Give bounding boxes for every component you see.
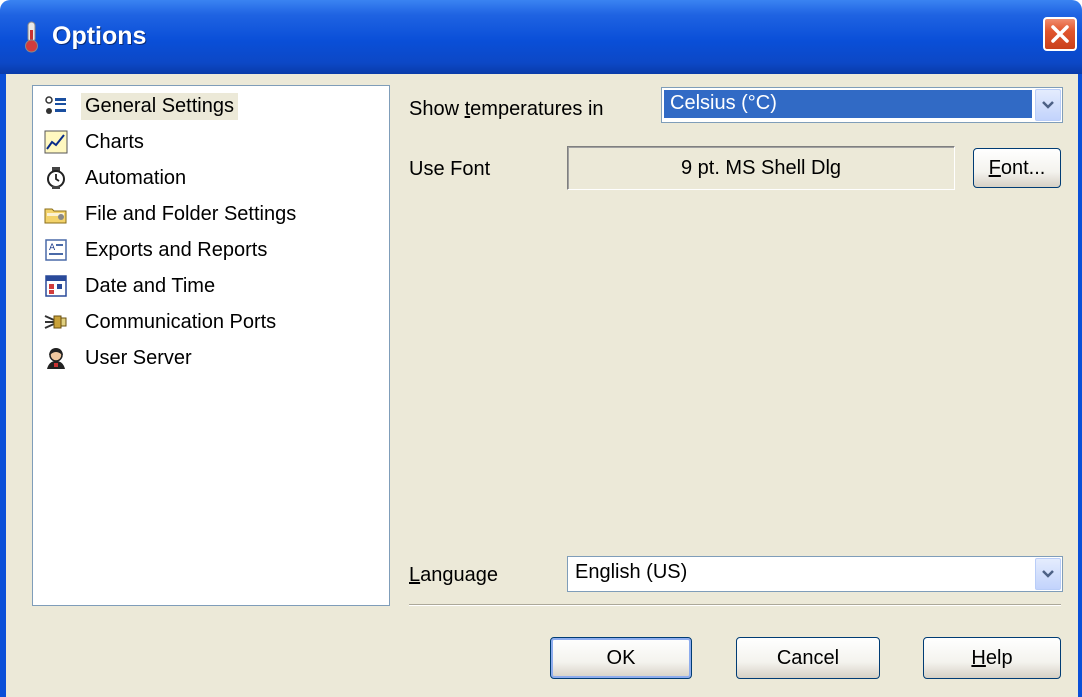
category-item-exports-reports[interactable]: A Exports and Reports bbox=[43, 234, 271, 266]
category-label: Automation bbox=[85, 166, 187, 189]
exports-reports-icon: A bbox=[43, 237, 69, 263]
cancel-button[interactable]: Cancel bbox=[736, 637, 880, 679]
category-item-automation[interactable]: Automation bbox=[43, 162, 190, 194]
dropdown-arrow-button[interactable] bbox=[1035, 558, 1061, 590]
category-item-user-server[interactable]: User Server bbox=[43, 342, 196, 374]
chevron-down-icon bbox=[1042, 101, 1054, 109]
category-label: General Settings bbox=[81, 92, 238, 120]
font-button-label: Font... bbox=[988, 156, 1046, 179]
svg-text:A: A bbox=[49, 243, 56, 253]
category-label: Communication Ports bbox=[85, 310, 277, 333]
separator-line bbox=[409, 604, 1061, 606]
category-label: Date and Time bbox=[85, 274, 216, 297]
communication-ports-icon bbox=[43, 309, 69, 335]
language-value: English (US) bbox=[575, 561, 688, 583]
window-title: Options bbox=[52, 22, 147, 50]
category-item-file-folder-settings[interactable]: File and Folder Settings bbox=[43, 198, 300, 230]
options-dialog: Options General Settings Charts Automati… bbox=[0, 0, 1082, 697]
temperature-unit-label: Show temperatures in bbox=[409, 98, 604, 120]
general-settings-icon bbox=[43, 93, 69, 119]
language-label: Language bbox=[409, 564, 498, 586]
help-button[interactable]: Help bbox=[923, 637, 1061, 679]
cancel-button-label: Cancel bbox=[776, 646, 840, 669]
automation-icon bbox=[43, 165, 69, 191]
category-label: File and Folder Settings bbox=[85, 202, 297, 225]
language-select[interactable]: English (US) bbox=[567, 556, 1063, 592]
ok-button[interactable]: OK bbox=[550, 637, 692, 679]
help-button-label: Help bbox=[971, 646, 1013, 669]
temperature-unit-value: Celsius (°C) bbox=[664, 90, 1032, 118]
category-label: Charts bbox=[85, 130, 144, 153]
dialog-body: General Settings Charts Automation File … bbox=[6, 74, 1078, 697]
ok-button-label: OK bbox=[606, 646, 636, 669]
font-label: Use Font bbox=[409, 158, 491, 180]
dropdown-arrow-button[interactable] bbox=[1035, 89, 1061, 121]
font-value: 9 pt. MS Shell Dlg bbox=[680, 157, 842, 179]
charts-icon bbox=[43, 129, 69, 155]
category-list[interactable]: General Settings Charts Automation File … bbox=[32, 85, 390, 606]
category-item-general-settings[interactable]: General Settings bbox=[43, 90, 238, 122]
thermometer-icon bbox=[25, 21, 38, 53]
title-bar[interactable]: Options bbox=[0, 0, 1082, 74]
category-item-communication-ports[interactable]: Communication Ports bbox=[43, 306, 280, 338]
temperature-unit-select[interactable]: Celsius (°C) bbox=[661, 87, 1063, 123]
category-item-date-time[interactable]: Date and Time bbox=[43, 270, 219, 302]
category-label: User Server bbox=[85, 346, 192, 369]
font-display: 9 pt. MS Shell Dlg bbox=[567, 146, 955, 190]
category-item-charts[interactable]: Charts bbox=[43, 126, 148, 158]
font-button[interactable]: Font... bbox=[973, 148, 1061, 188]
user-server-icon bbox=[43, 345, 69, 371]
category-label: Exports and Reports bbox=[85, 238, 268, 261]
folder-settings-icon bbox=[43, 201, 69, 227]
calendar-icon bbox=[43, 273, 69, 299]
close-icon bbox=[1051, 25, 1069, 43]
close-button[interactable] bbox=[1043, 17, 1077, 51]
window-frame-right bbox=[1078, 74, 1082, 697]
chevron-down-icon bbox=[1042, 570, 1054, 578]
